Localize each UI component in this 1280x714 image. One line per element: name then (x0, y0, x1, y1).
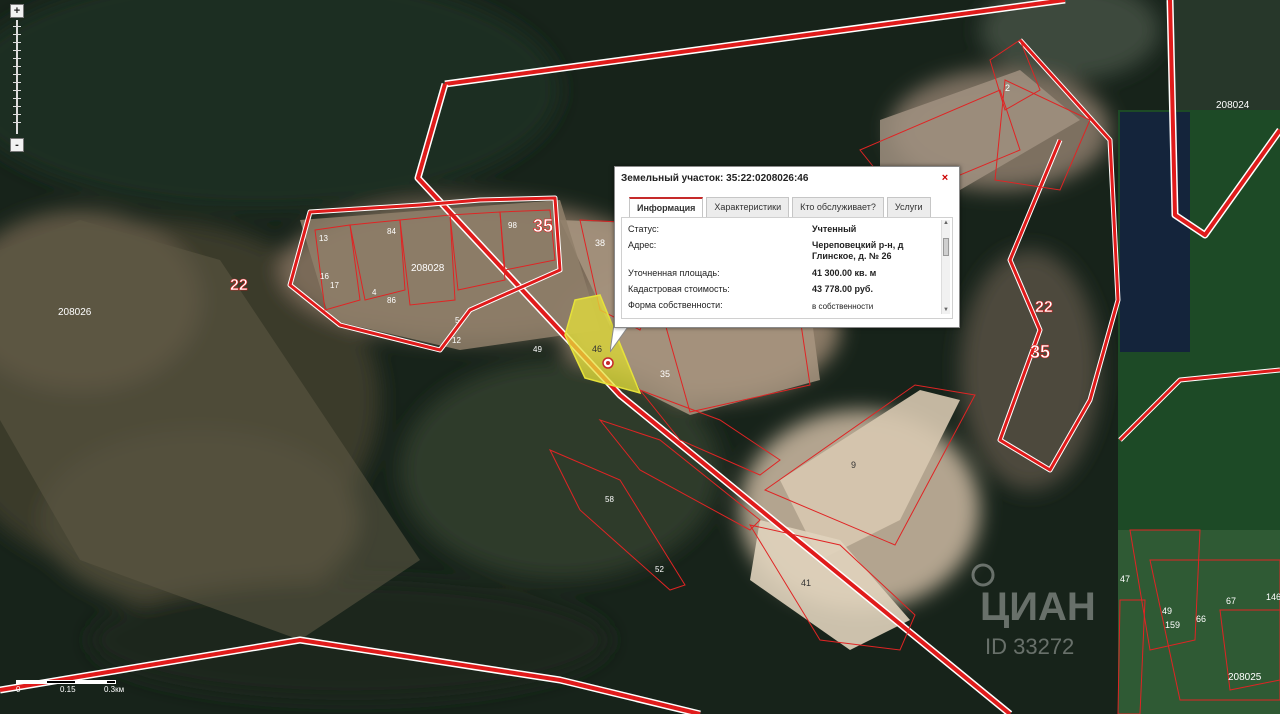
parcel-label-98: 98 (508, 221, 517, 230)
region-label-35-right: 35 (1030, 342, 1050, 362)
panel-scrollbar[interactable]: ▲ ▼ (941, 220, 950, 314)
satellite-map[interactable]: 208026 208028 208024 208025 22 35 22 35 … (0, 0, 1280, 714)
ownership-label: Форма собственности: (628, 300, 723, 310)
cadastral-value: 43 778.00 руб. (812, 284, 873, 294)
status-label: Статус: (628, 224, 659, 234)
quarter-label-208028: 208028 (411, 263, 445, 274)
scroll-down-icon[interactable]: ▼ (942, 307, 950, 314)
parcel-label-35: 35 (660, 369, 670, 379)
scale-label-0: 0 (16, 685, 21, 694)
status-value: Учтенный (812, 224, 857, 234)
quarter-label-208025: 208025 (1228, 672, 1262, 683)
popup-tabs: Информация Характеристики Кто обслуживае… (629, 197, 931, 217)
address-value-line2: Глинское, д. № 26 (812, 251, 892, 261)
parcel-label-17: 17 (330, 281, 339, 290)
parcel-label: 2 (1005, 83, 1010, 93)
quarter-label-208024: 208024 (1216, 100, 1250, 111)
zoom-slider-track[interactable] (16, 20, 18, 134)
zoom-in-button[interactable]: + (10, 4, 24, 18)
parcel-label-146: 146 (1266, 592, 1280, 602)
scale-label-015: 0.15 (60, 685, 76, 694)
parcel-label-66: 66 (1196, 614, 1206, 624)
parcel-label-41: 41 (801, 578, 811, 588)
quarter-label-208026: 208026 (58, 307, 92, 318)
tab-who-serves[interactable]: Кто обслуживает? (792, 197, 884, 217)
popup-pointer (610, 324, 631, 353)
parcel-label-5: 5 (455, 316, 460, 325)
region-label-35: 35 (533, 216, 553, 236)
parcel-label-12: 12 (452, 336, 461, 345)
parcel-label-16: 16 (320, 272, 329, 281)
parcel-label-52: 52 (655, 565, 664, 574)
area-label: Уточненная площадь: (628, 268, 720, 278)
ownership-value: в собственности (812, 302, 874, 311)
scale-bar: 0 0.15 0.3км (16, 676, 136, 696)
selected-marker[interactable] (602, 357, 614, 369)
parcel-label-4: 4 (372, 288, 377, 297)
info-panel: Статус: Учтенный Адрес: Череповецкий р-н… (621, 217, 953, 319)
scroll-up-icon[interactable]: ▲ (942, 220, 950, 227)
parcel-label-159: 159 (1165, 620, 1180, 630)
district-label-22-right: 22 (1035, 299, 1053, 316)
parcel-label-47: 47 (1120, 574, 1130, 584)
parcel-label-86: 86 (387, 296, 396, 305)
address-label: Адрес: (628, 240, 657, 250)
tab-characteristics[interactable]: Характеристики (706, 197, 790, 217)
district-label-22: 22 (230, 277, 248, 294)
parcel-info-popup: Земельный участок: 35:22:0208026:46 × Ин… (614, 166, 960, 328)
tab-services[interactable]: Услуги (886, 197, 931, 217)
zoom-control: + - (10, 4, 24, 152)
cadastral-value-label: Кадастровая стоимость: (628, 284, 730, 294)
zoom-out-button[interactable]: - (10, 138, 24, 152)
parcel-label-38: 38 (595, 238, 605, 248)
address-value: Череповецкий р-н, д (812, 240, 904, 250)
parcel-label-46: 46 (592, 344, 602, 354)
parcel-label-13: 13 (319, 234, 328, 243)
parcel-label-49b: 49 (1162, 606, 1172, 616)
parcel-label-49: 49 (533, 345, 542, 354)
parcel-label-58: 58 (605, 495, 614, 504)
popup-title: Земельный участок: 35:22:0208026:46 (621, 173, 809, 184)
scale-label-03: 0.3км (104, 685, 125, 694)
parcel-label-84: 84 (387, 227, 396, 236)
watermark-text: ЦИАН (980, 585, 1096, 629)
scroll-thumb[interactable] (943, 238, 949, 256)
parcel-label-9: 9 (851, 460, 856, 470)
parcel-label-67: 67 (1226, 596, 1236, 606)
tab-information[interactable]: Информация (629, 197, 704, 217)
close-icon[interactable]: × (939, 172, 951, 184)
watermark-id: ID 33272 (985, 634, 1074, 659)
area-value: 41 300.00 кв. м (812, 268, 877, 278)
